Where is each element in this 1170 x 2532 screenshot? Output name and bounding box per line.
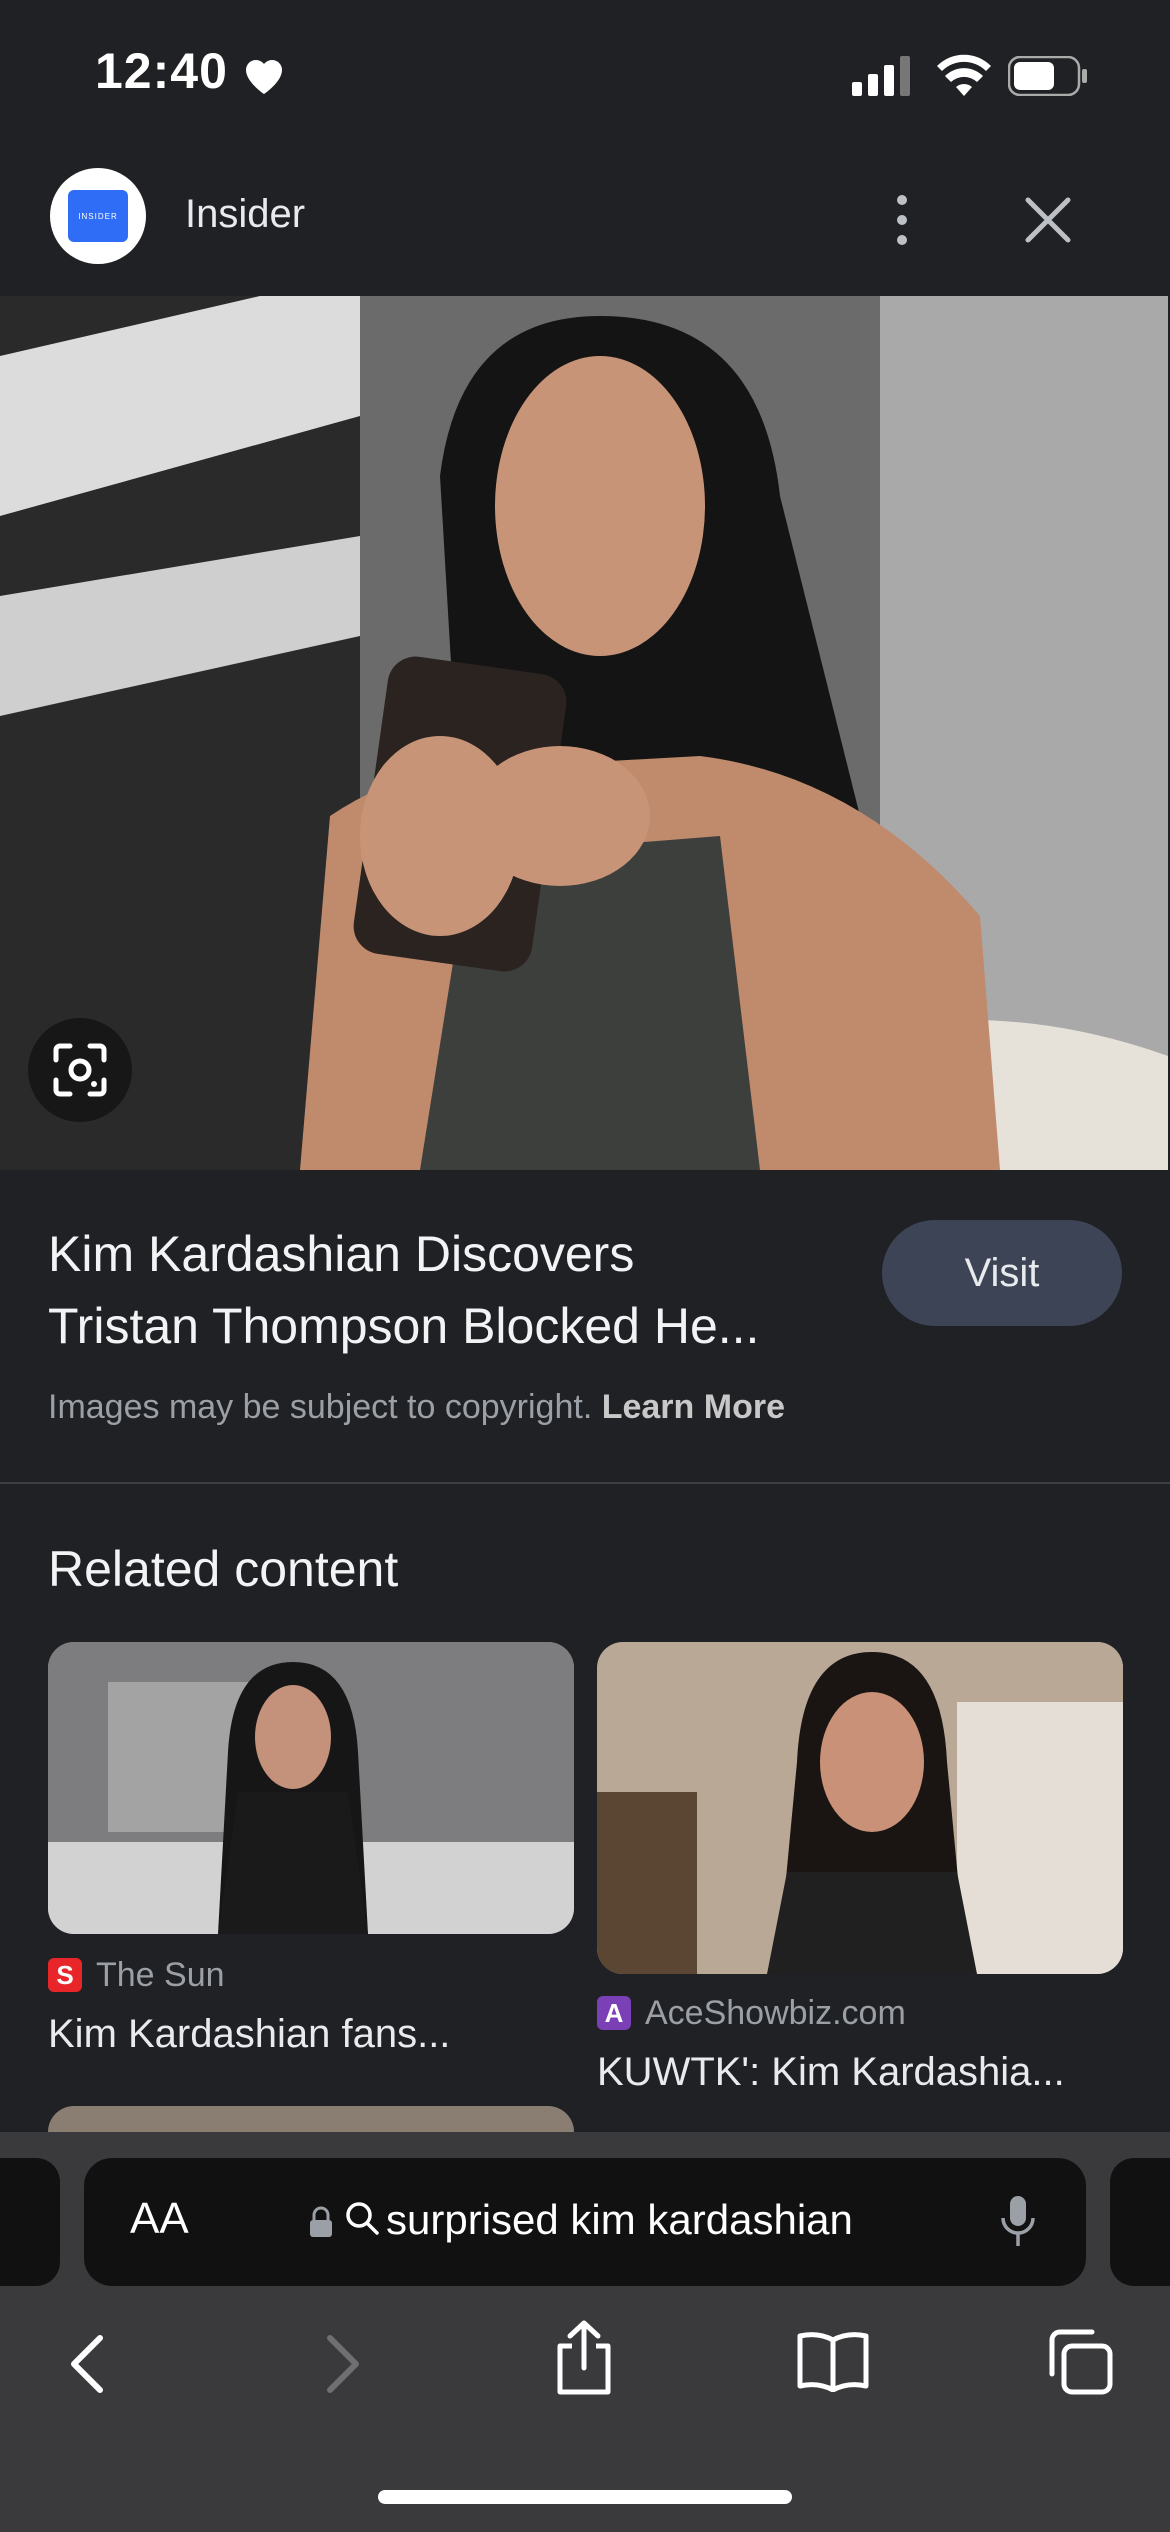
main-image[interactable] (0, 296, 1168, 1170)
the-sun-icon: S (48, 1958, 82, 1992)
related-content-heading: Related content (48, 1541, 399, 1597)
result-title[interactable]: Kim Kardashian Discovers Tristan Thompso… (48, 1218, 848, 1362)
url-text[interactable]: surprised kim kardashian (386, 2196, 853, 2244)
cellular-signal-icon (852, 56, 910, 96)
next-tab-peek[interactable] (1110, 2158, 1170, 2286)
related-card-2-title[interactable]: KUWTK': Kim Kardashia... (597, 2050, 1117, 2095)
photo-illustration (0, 296, 1168, 1170)
result-title-line1: Kim Kardashian Discovers (48, 1226, 635, 1282)
learn-more-link[interactable]: Learn More (602, 1388, 785, 1426)
wifi-icon (937, 54, 991, 96)
copyright-text: Images may be subject to copyright. (48, 1388, 593, 1426)
source-logo[interactable]: INSIDER (50, 168, 146, 264)
aceshowbiz-icon: A (597, 1996, 631, 2030)
lens-icon (53, 1043, 107, 1097)
search-icon (346, 2202, 379, 2235)
more-options-icon[interactable] (880, 190, 924, 250)
forward-icon[interactable] (320, 2334, 364, 2394)
microphone-icon[interactable] (1000, 2194, 1036, 2250)
close-icon[interactable] (1020, 192, 1076, 248)
related-card-2-image[interactable] (597, 1642, 1123, 1974)
related-card-2-source: AceShowbiz.com (645, 1994, 906, 2032)
google-lens-button[interactable] (28, 1018, 132, 1122)
insider-logo: INSIDER (68, 190, 128, 242)
status-time: 12:40 (95, 43, 228, 99)
home-indicator (378, 2490, 792, 2504)
divider (0, 1482, 1170, 1484)
copyright-notice: Images may be subject to copyright. Lear… (48, 1388, 785, 1427)
result-title-line2: Tristan Thompson Blocked He... (48, 1298, 760, 1354)
previous-tab-peek[interactable] (0, 2158, 60, 2286)
bookmarks-icon[interactable] (796, 2330, 870, 2392)
battery-icon (1008, 56, 1087, 96)
back-icon[interactable] (66, 2334, 110, 2394)
related-card-1-image[interactable] (48, 1642, 574, 1934)
card-2-photo (597, 1642, 1123, 1974)
heart-icon (246, 59, 282, 94)
tabs-icon[interactable] (1046, 2328, 1114, 2396)
visit-button[interactable]: Visit (882, 1220, 1122, 1326)
related-card-1-source: The Sun (96, 1956, 225, 1994)
share-icon[interactable] (552, 2320, 616, 2396)
card-1-photo (48, 1642, 574, 1934)
lock-icon (310, 2206, 332, 2237)
source-name[interactable]: Insider (185, 192, 305, 237)
related-card-1-title[interactable]: Kim Kardashian fans... (48, 2012, 568, 2057)
reader-aa-button[interactable]: AA (130, 2194, 189, 2244)
